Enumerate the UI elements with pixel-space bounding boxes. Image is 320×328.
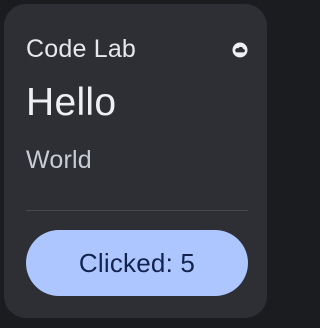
click-counter-button[interactable]: Clicked: 5 [26,230,248,296]
card-header: Code Lab [26,34,248,66]
cloud-circle-icon [232,42,248,58]
headline-text: Hello [26,81,117,124]
tile-card: Code Lab Hello World Clicked: 5 [4,4,267,318]
app-title: Code Lab [26,35,137,63]
divider [26,210,248,211]
subtitle-text: World [26,146,92,174]
